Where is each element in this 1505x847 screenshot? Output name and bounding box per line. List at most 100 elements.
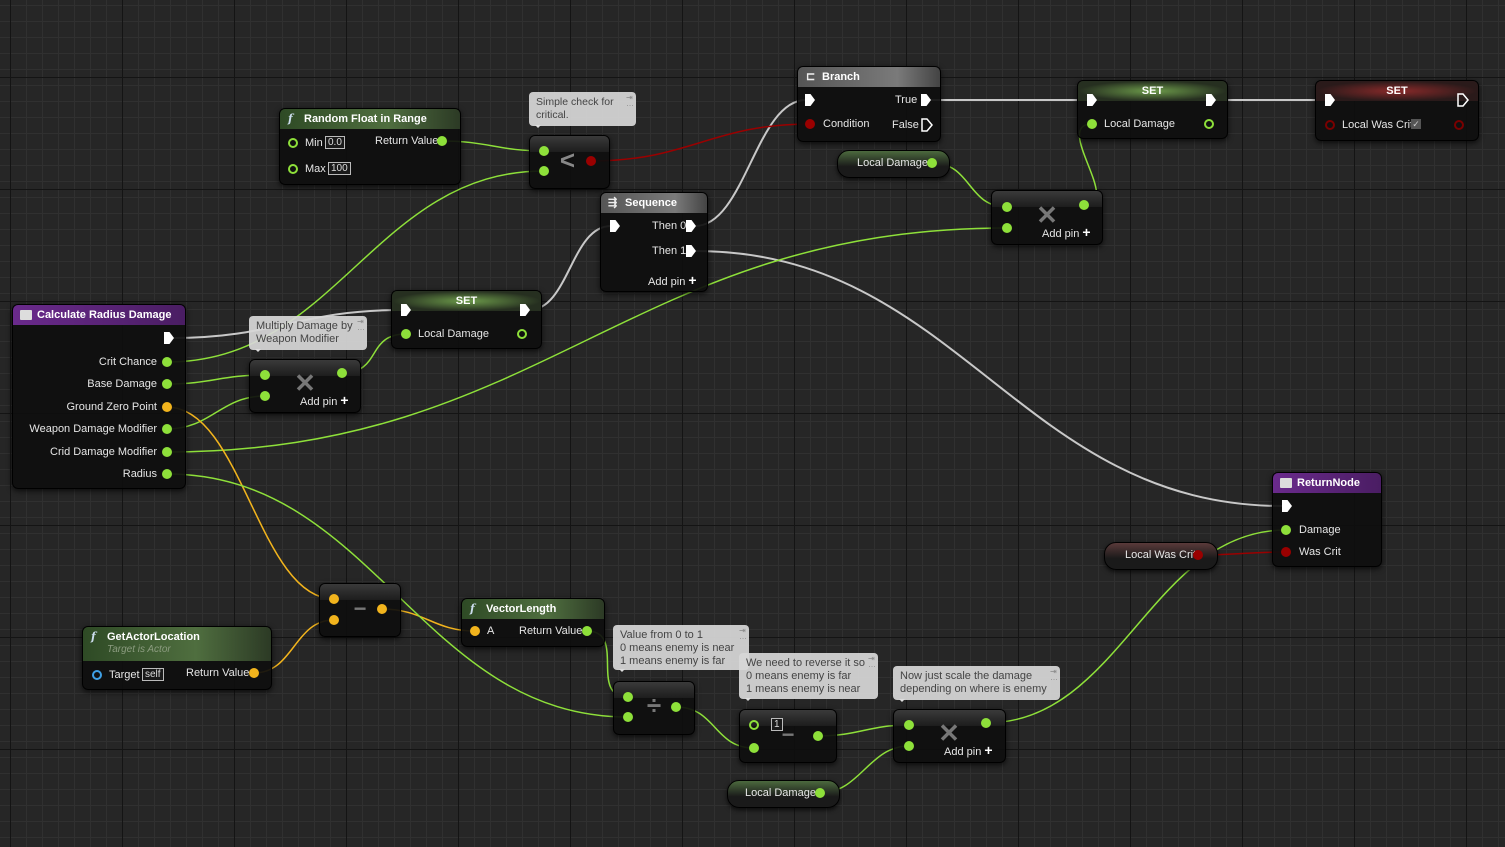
div-out-pin[interactable] — [671, 702, 681, 712]
mult-out-pin[interactable] — [981, 718, 991, 728]
plus-icon: + — [340, 392, 349, 408]
pin-comment-icon[interactable]: ⇥… — [739, 627, 747, 641]
getter-label: Local Damage — [745, 787, 816, 799]
function-entry-icon — [20, 310, 32, 320]
mult-out-pin[interactable] — [1079, 200, 1089, 210]
crit-chance-label: Crit Chance — [98, 356, 157, 368]
getter-out-pin[interactable] — [1193, 550, 1203, 560]
weapon-modifier-pin[interactable] — [162, 424, 172, 434]
less-symbol: < — [559, 145, 576, 175]
comment-bubble[interactable]: Multiply Damage by Weapon Modifier ⇥… — [249, 316, 367, 352]
target-value[interactable]: self — [142, 668, 164, 681]
a-label: A — [487, 625, 495, 637]
min-label: Min — [305, 137, 323, 149]
div-a-pin[interactable] — [623, 692, 633, 702]
comment-text: We need to reverse it so 0 means enemy i… — [746, 657, 866, 695]
add-pin-button[interactable]: Add pin + — [300, 392, 349, 409]
crit-chance-pin[interactable] — [162, 357, 172, 367]
base-damage-pin[interactable] — [162, 379, 172, 389]
weapon-modifier-label: Weapon Damage Modifier — [29, 423, 157, 435]
crid-modifier-pin[interactable] — [162, 447, 172, 457]
target-pin[interactable] — [92, 670, 102, 680]
was-crit-in-pin[interactable] — [1325, 120, 1335, 130]
condition-pin[interactable] — [805, 119, 815, 129]
vector-length-node[interactable]: f VectorLength — [461, 598, 605, 647]
sub-a-pin[interactable] — [749, 720, 759, 730]
mult-b-pin[interactable] — [1002, 223, 1012, 233]
ground-zero-pin[interactable] — [162, 402, 172, 412]
max-input[interactable]: 100 — [328, 162, 351, 175]
false-exec-pin[interactable] — [921, 118, 933, 132]
mult-out-pin[interactable] — [337, 368, 347, 378]
sub-out-pin[interactable] — [377, 604, 387, 614]
add-pin-button[interactable]: Add pin + — [944, 743, 993, 759]
node-title: SET — [392, 291, 541, 311]
max-pin[interactable] — [288, 164, 298, 174]
then1-label: Then 1 — [652, 245, 687, 257]
pin-comment-icon[interactable]: ⇥… — [626, 94, 634, 108]
sub-a-pin[interactable] — [329, 594, 339, 604]
node-title: Calculate Radius Damage — [37, 309, 172, 321]
damage-pin[interactable] — [1281, 525, 1291, 535]
return-value-pin[interactable] — [437, 136, 447, 146]
was-crit-checkbox[interactable]: ✓ — [1411, 119, 1421, 129]
div-b-pin[interactable] — [623, 712, 633, 722]
return-value-pin[interactable] — [249, 668, 259, 678]
local-damage-in-pin[interactable] — [401, 329, 411, 339]
add-pin-button[interactable]: Add pin + — [648, 272, 697, 289]
node-header: f Random Float in Range — [280, 109, 460, 129]
var-label: Local Damage — [418, 328, 489, 340]
target-label: Target — [109, 669, 140, 681]
then0-label: Then 0 — [652, 220, 687, 232]
less-out-pin[interactable] — [586, 156, 596, 166]
branch-icon: ⊏ — [806, 71, 816, 83]
sub-out-pin[interactable] — [813, 731, 823, 741]
mult-b-pin[interactable] — [260, 391, 270, 401]
exec-wire — [694, 99, 807, 227]
sub-b-pin[interactable] — [749, 743, 759, 753]
comment-bubble[interactable]: Simple check for critical. ⇥… — [529, 92, 636, 128]
node-title: SET — [1316, 81, 1478, 101]
mult-a-pin[interactable] — [260, 370, 270, 380]
comment-bubble[interactable]: Value from 0 to 1 0 means enemy is near … — [613, 625, 749, 672]
return-value-pin[interactable] — [582, 626, 592, 636]
true-label: True — [895, 94, 918, 106]
radius-pin[interactable] — [162, 469, 172, 479]
sub-b-pin[interactable] — [329, 615, 339, 625]
return-value-label: Return Value — [519, 625, 583, 637]
getter-out-pin[interactable] — [815, 788, 825, 798]
mult-a-pin[interactable] — [904, 720, 914, 730]
pin-comment-icon[interactable]: ⇥… — [868, 655, 876, 669]
add-pin-label: Add pin — [300, 396, 338, 408]
getter-out-pin[interactable] — [927, 158, 937, 168]
pin-comment-icon[interactable]: ⇥… — [357, 318, 365, 332]
local-damage-in-pin[interactable] — [1087, 119, 1097, 129]
pin-comment-icon[interactable]: ⇥… — [1050, 668, 1058, 682]
sequence-icon: ⇶ — [608, 197, 618, 209]
was-crit-pin[interactable] — [1281, 547, 1291, 557]
exec-out-pin[interactable] — [1457, 93, 1469, 107]
less-b-pin[interactable] — [539, 166, 549, 176]
local-damage-out-pin[interactable] — [1204, 119, 1214, 129]
calculate-radius-damage-node[interactable]: Calculate Radius Damage — [12, 304, 186, 489]
min-pin[interactable] — [288, 138, 298, 148]
comment-bubble[interactable]: We need to reverse it so 0 means enemy i… — [739, 653, 878, 701]
a-value-input[interactable]: 1 — [771, 718, 783, 731]
less-a-pin[interactable] — [539, 146, 549, 156]
node-header: ReturnNode — [1273, 473, 1381, 493]
data-wire — [166, 406, 335, 600]
comment-bubble[interactable]: Now just scale the damage depending on w… — [893, 666, 1060, 702]
mult-b-pin[interactable] — [904, 741, 914, 751]
var-label: Local Damage — [1104, 118, 1175, 130]
plus-icon: + — [688, 272, 697, 288]
min-input[interactable]: 0.0 — [325, 136, 345, 149]
getter-label: Local Was Crit — [1125, 549, 1197, 561]
add-pin-button[interactable]: Add pin + — [1042, 225, 1091, 241]
a-pin[interactable] — [470, 626, 480, 636]
subtract-symbol: − — [353, 596, 367, 621]
node-header: Calculate Radius Damage — [13, 305, 185, 325]
mult-a-pin[interactable] — [1002, 202, 1012, 212]
ground-zero-label: Ground Zero Point — [66, 401, 158, 413]
was-crit-out-pin[interactable] — [1454, 120, 1464, 130]
local-damage-out-pin[interactable] — [517, 329, 527, 339]
